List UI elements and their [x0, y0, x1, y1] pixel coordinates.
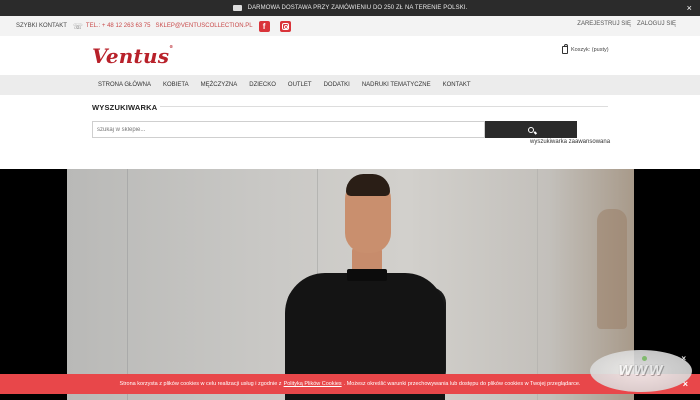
www-badge-text: WWW — [617, 363, 665, 379]
divider — [160, 106, 608, 107]
background-figure — [597, 209, 627, 329]
cart-icon — [562, 44, 568, 54]
status-dot — [642, 356, 647, 361]
instagram-icon[interactable] — [279, 20, 291, 32]
phone-number[interactable]: TEL.: + 48 12 263 63 75 — [86, 23, 151, 29]
search-section-title: WYSZUKIWARKA — [92, 103, 158, 112]
cookie-text: Strona korzysta z plików cookies w celu … — [119, 381, 282, 387]
quick-contact-label: SZYBKI KONTAKT — [16, 23, 67, 29]
model-hair — [346, 174, 390, 196]
nav-item-themed-prints[interactable]: NADRUKI TEMATYCZNE — [362, 82, 431, 88]
hero-photo — [67, 169, 634, 400]
wall-panel-line — [127, 169, 128, 400]
search-input[interactable] — [92, 121, 485, 138]
advanced-search-link[interactable]: wyszukiwarka zaawansowana — [530, 139, 610, 145]
free-shipping-bar: DARMOWA DOSTAWA PRZY ZAMÓWIENIU DO 250 Z… — [0, 0, 700, 16]
www-badge[interactable]: WWW × — [590, 350, 692, 392]
model-collar — [347, 269, 387, 281]
logo-text[interactable]: Ventus — [92, 44, 169, 68]
wall-panel-line — [537, 169, 538, 400]
cart-label: Koszyk: (pusty) — [571, 47, 609, 53]
ventus-logo[interactable]: Ventus® — [92, 44, 173, 68]
contact-bar: SZYBKI KONTAKT ☏ TEL.: + 48 12 263 63 75… — [0, 16, 700, 36]
close-icon[interactable]: × — [687, 3, 692, 13]
login-link[interactable]: ZALOGUJ SIĘ — [637, 21, 676, 27]
register-link[interactable]: ZAREJESTRUJ SIĘ — [577, 21, 631, 27]
nav-item-home[interactable]: STRONA GŁÓWNA — [98, 82, 151, 88]
cookie-text-end: . Możesz określić warunki przechowywania… — [343, 381, 581, 387]
nav-item-contact[interactable]: KONTAKT — [443, 82, 471, 88]
truck-icon — [232, 5, 242, 11]
nav-item-women[interactable]: KOBIETA — [163, 82, 189, 88]
badge-close-icon[interactable]: × — [681, 354, 686, 363]
nav-item-kids[interactable]: DZIECKO — [249, 82, 276, 88]
main-nav: STRONA GŁÓWNA KOBIETA MĘŻCZYZNA DZIECKO … — [0, 75, 700, 95]
email-link[interactable]: SKLEP@VENTUSCOLLECTION.PL — [155, 23, 252, 29]
account-links: ZAREJESTRUJ SIĘ ZALOGUJ SIĘ — [577, 21, 676, 27]
search-button[interactable] — [485, 121, 577, 138]
nav-item-men[interactable]: MĘŻCZYZNA — [201, 82, 238, 88]
cookie-policy-link[interactable]: Polityką Plików Cookies — [284, 381, 342, 387]
phone-icon: ☏ — [72, 21, 83, 31]
nav-item-outlet[interactable]: OUTLET — [288, 82, 312, 88]
free-shipping-text: DARMOWA DOSTAWA PRZY ZAMÓWIENIU DO 250 Z… — [247, 5, 468, 11]
registered-mark: ® — [169, 44, 174, 49]
search-icon — [528, 126, 534, 133]
facebook-icon[interactable]: f — [258, 20, 270, 32]
cart-button[interactable]: Koszyk: (pusty) — [562, 44, 609, 54]
nav-item-accessories[interactable]: DODATKI — [324, 82, 350, 88]
